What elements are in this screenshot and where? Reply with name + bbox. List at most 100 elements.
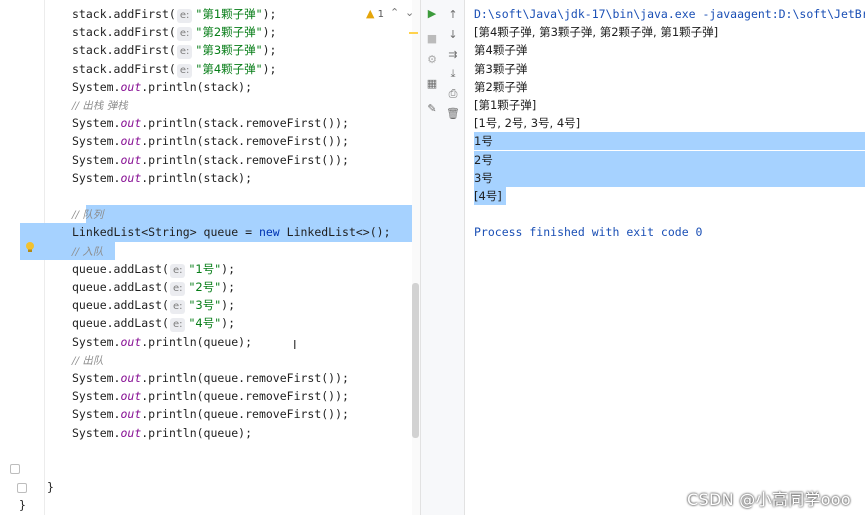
code-line[interactable] xyxy=(0,442,420,460)
string-content: 2号 xyxy=(195,280,215,294)
code-line[interactable]: queue.addLast(e: "1号"); xyxy=(0,260,420,278)
static-field: out xyxy=(120,116,142,131)
string-literal: "2号" xyxy=(188,280,221,294)
code-line[interactable]: System.out.println(stack); xyxy=(0,169,420,187)
scroll-end-icon[interactable]: ⤓ xyxy=(446,67,460,81)
code-line[interactable]: queue.addLast(e: "3号"); xyxy=(0,296,420,315)
up-arrow-icon[interactable]: ↑ xyxy=(446,8,460,22)
prev-highlight-icon[interactable]: ⌃ xyxy=(390,6,399,19)
code-text: System.out.println(queue.removeFirst()); xyxy=(72,369,349,387)
code-line[interactable]: stack.addFirst(e: "第1颗子弹"); xyxy=(0,5,420,23)
warnings-indicator[interactable]: ▲ 1 xyxy=(366,7,384,22)
console-line[interactable]: 1号 xyxy=(465,132,865,151)
run-icon[interactable]: ▶ xyxy=(425,7,439,21)
console-line[interactable]: 第4颗子弹 xyxy=(465,41,865,59)
string-literal: "3号" xyxy=(188,298,221,312)
param-hint: e: xyxy=(169,282,186,296)
param-hint: e: xyxy=(176,9,193,23)
layout-icon[interactable]: ▦ xyxy=(425,77,439,91)
console-line[interactable]: 2号 xyxy=(465,150,865,169)
code-line[interactable]: // 队列 xyxy=(0,205,420,224)
code-line[interactable]: LinkedList<String> queue = new LinkedLis… xyxy=(0,223,420,243)
string-literal: "第2颗子弹" xyxy=(195,25,262,39)
code-text: System.out.println(stack); xyxy=(72,78,252,96)
code-text: stack.addFirst(e: "第1颗子弹"); xyxy=(72,5,276,23)
param-hint: e: xyxy=(176,27,193,42)
mouse-text-cursor-icon: I xyxy=(293,338,297,352)
string-content: 第2颗子弹 xyxy=(202,25,256,40)
console-text: 2号 xyxy=(474,152,493,167)
string-literal: "1号" xyxy=(188,262,221,276)
code-line[interactable]: stack.addFirst(e: "第2颗子弹"); xyxy=(0,23,420,42)
code-line[interactable]: System.out.println(stack.removeFirst()); xyxy=(0,151,420,169)
console-line[interactable]: D:\soft\Java\jdk-17\bin\java.exe -javaag… xyxy=(465,5,865,23)
warning-stripe-mark[interactable] xyxy=(409,32,418,34)
console-line[interactable]: 3号 xyxy=(465,168,865,187)
param-hint: e: xyxy=(169,263,186,278)
code-line[interactable] xyxy=(0,460,420,478)
code-editor[interactable]: stack.addFirst(e: "第1颗子弹"); stack.addFirst… xyxy=(0,0,420,515)
lightbulb-icon[interactable] xyxy=(24,241,36,253)
code-line[interactable]: System.out.println(stack.removeFirst()); xyxy=(0,114,420,132)
identifier: .println(queue.removeFirst()); xyxy=(141,371,349,385)
code-line[interactable]: queue.addLast(e: "2号"); xyxy=(0,278,420,296)
code-line[interactable]: } xyxy=(0,496,420,514)
identifier: queue.addLast( xyxy=(72,261,169,276)
pin-icon[interactable]: ✎ xyxy=(425,102,439,116)
console-text: D:\soft\Java\jdk-17\bin\java.exe -javaag… xyxy=(474,7,865,21)
code-text: // 入队 xyxy=(72,242,103,261)
rerun-icon[interactable]: ⚙ xyxy=(425,53,439,67)
run-console[interactable]: D:\soft\Java\jdk-17\bin\java.exe -javaag… xyxy=(465,0,865,515)
code-text: // 出队 xyxy=(72,351,103,370)
code-line[interactable] xyxy=(0,187,420,205)
param-hint: e: xyxy=(176,45,193,60)
console-line[interactable]: [第1颗子弹] xyxy=(465,96,865,114)
console-line[interactable]: [4号] xyxy=(465,187,865,205)
punct: ); xyxy=(262,25,277,40)
code-line[interactable]: queue.addLast(e: "4号"); xyxy=(0,314,420,333)
code-line[interactable]: System.out.println(queue.removeFirst()); xyxy=(0,369,420,387)
code-line[interactable]: } xyxy=(0,478,420,496)
fold-marker-icon[interactable] xyxy=(10,464,20,474)
selection-highlight xyxy=(474,150,865,169)
code-line[interactable]: System.out.println(queue.removeFirst()); xyxy=(0,387,420,405)
identifier: LinkedList<String> queue = xyxy=(72,225,259,240)
code-line[interactable]: System.out.println(queue); xyxy=(0,424,420,442)
code-line[interactable]: stack.addFirst(e: "第3颗子弹"); xyxy=(0,41,420,60)
console-line[interactable]: [1号, 2号, 3号, 4号] xyxy=(465,114,865,132)
trash-icon[interactable]: 🗑 xyxy=(446,107,460,121)
code-text: System.out.println(stack); xyxy=(72,169,252,187)
editor-scrollbar-thumb[interactable] xyxy=(412,283,419,438)
code-line[interactable]: System.out.println(stack.removeFirst()); xyxy=(0,132,420,150)
static-field: out xyxy=(120,152,142,167)
stop-icon[interactable]: ■ xyxy=(425,32,439,46)
watermark: CSDN @小高同学ooo xyxy=(687,490,851,509)
identifier: stack.addFirst( xyxy=(72,25,176,40)
comment: // 队列 xyxy=(72,209,104,222)
code-text: System.out.println(queue); xyxy=(72,333,252,351)
code-text: stack.addFirst(e: "第3颗子弹"); xyxy=(72,41,277,60)
punct: ); xyxy=(262,43,277,58)
code-line[interactable]: // 出栈 弹栈 xyxy=(0,96,420,114)
soft-wrap-icon[interactable]: ⇉ xyxy=(446,48,460,62)
code-line[interactable]: System.out.println(queue.removeFirst()); xyxy=(0,405,420,423)
console-line[interactable] xyxy=(465,205,865,223)
console-line[interactable]: 第2颗子弹 xyxy=(465,78,865,96)
console-line[interactable]: 第3颗子弹 xyxy=(465,60,865,78)
print-icon[interactable]: ⎙ xyxy=(446,87,460,101)
code-line[interactable]: System.out.println(stack); xyxy=(0,78,420,96)
punct: } xyxy=(19,498,26,513)
code-text: System.out.println(stack.removeFirst()); xyxy=(72,151,349,169)
console-line[interactable]: Process finished with exit code 0 xyxy=(465,223,865,241)
code-line[interactable]: stack.addFirst(e: "第4颗子弹"); xyxy=(0,60,420,78)
down-arrow-icon[interactable]: ↓ xyxy=(446,28,460,42)
string-content: 3号 xyxy=(195,298,215,313)
code-line[interactable]: System.out.println(queue); xyxy=(0,333,420,351)
fold-marker-icon[interactable] xyxy=(17,483,27,493)
code-line[interactable]: // 入队 xyxy=(0,241,420,261)
param-hint: e: xyxy=(176,63,193,78)
identifier: queue.addLast( xyxy=(72,280,169,294)
console-line[interactable]: [第4颗子弹, 第3颗子弹, 第2颗子弹, 第1颗子弹] xyxy=(465,23,865,41)
code-line[interactable]: // 出队 xyxy=(0,351,420,369)
code-text: System.out.println(stack.removeFirst()); xyxy=(72,132,349,150)
